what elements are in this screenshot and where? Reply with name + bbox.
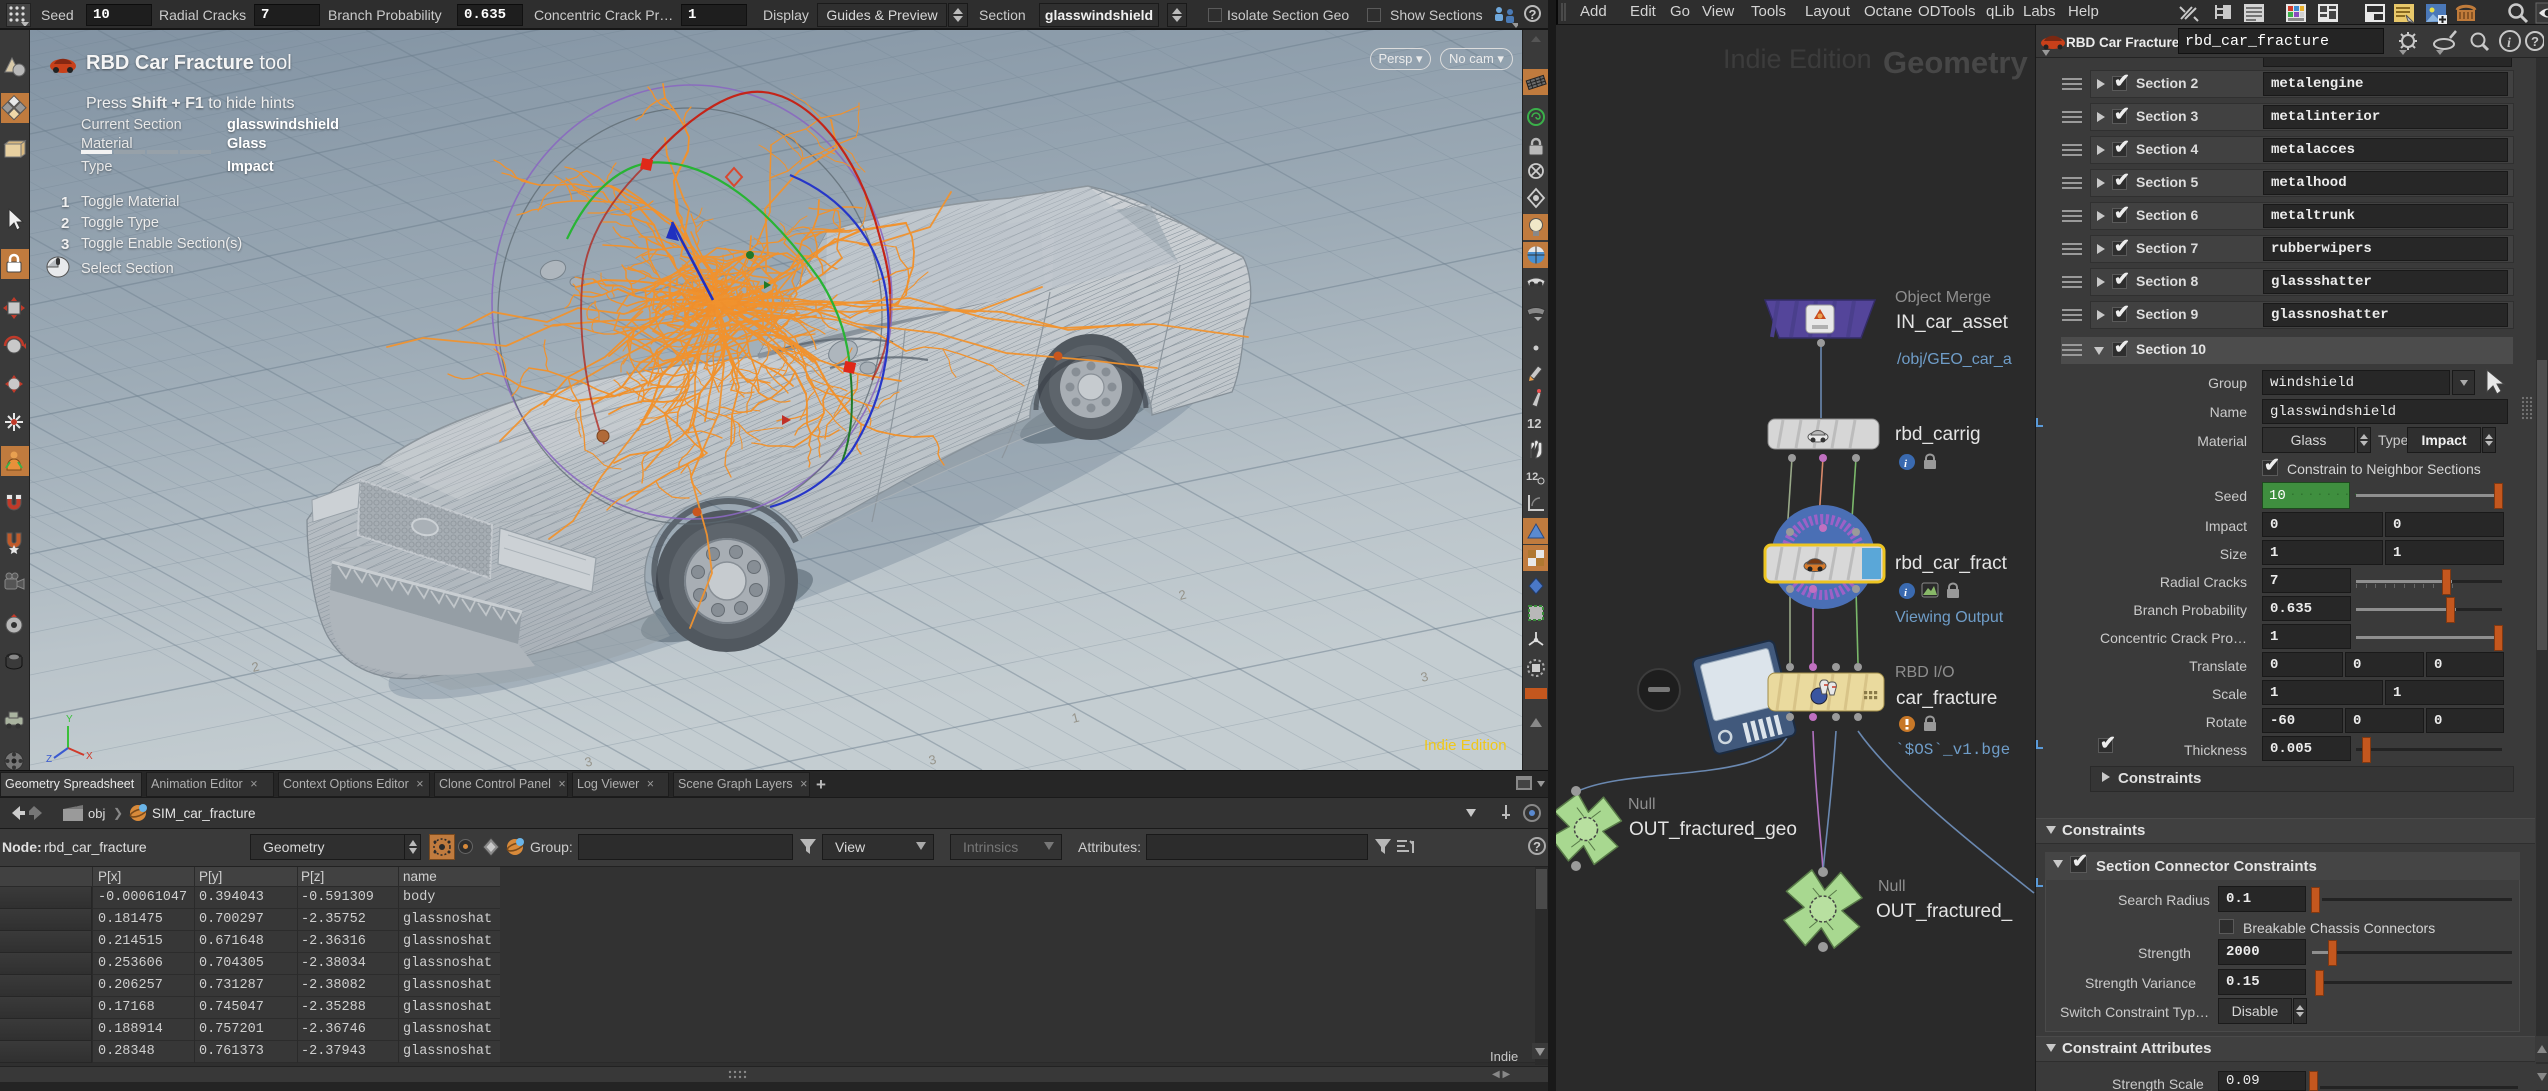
svg-text:/obj/GEO_car_a: /obj/GEO_car_a (1897, 351, 2012, 368)
svg-text:Viewing Output: Viewing Output (1895, 609, 2004, 626)
svg-text:OUT_fractured_geo: OUT_fractured_geo (1629, 819, 1797, 840)
svg-text:Object Merge: Object Merge (1895, 289, 1991, 306)
svg-text:X: X (86, 751, 93, 762)
svg-text:`$OS`_v1.bge: `$OS`_v1.bge (1895, 741, 2010, 759)
svg-text:Null: Null (1628, 796, 1656, 813)
svg-text:car_fracture: car_fracture (1896, 688, 1997, 709)
svg-text:Z: Z (46, 754, 52, 765)
svg-text:12: 12 (1526, 471, 1538, 483)
svg-text:?: ? (2531, 34, 2539, 49)
svg-text:Null: Null (1878, 878, 1906, 895)
svg-text:rbd_car_fract: rbd_car_fract (1895, 553, 2008, 574)
svg-text:12: 12 (1527, 416, 1541, 431)
svg-text:OUT_fractured_: OUT_fractured_ (1876, 901, 2013, 922)
svg-text:RBD I/O: RBD I/O (1895, 664, 1955, 681)
svg-text:rbd_carrig: rbd_carrig (1895, 424, 1981, 445)
svg-text:IN_car_asset: IN_car_asset (1896, 312, 2009, 333)
svg-text:Geometry: Geometry (1883, 45, 2028, 80)
svg-text:Indie Edition: Indie Edition (1723, 44, 1872, 74)
svg-text:i: i (2507, 36, 2511, 51)
svg-text:Y: Y (66, 714, 73, 725)
